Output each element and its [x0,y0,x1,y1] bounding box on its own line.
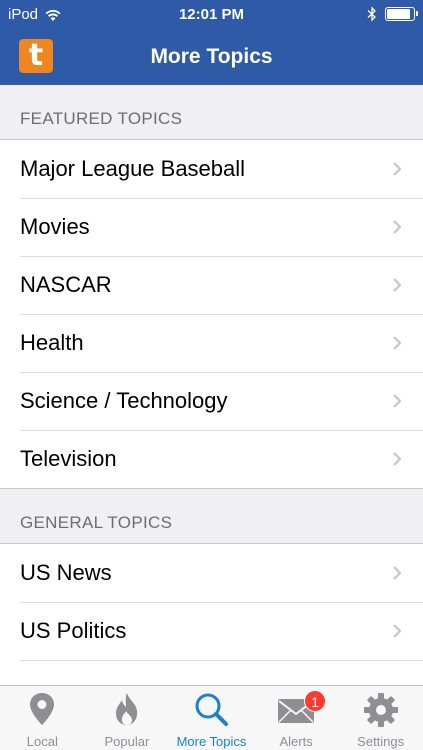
alerts-badge: 1 [304,690,327,712]
list-item-label: Health [20,330,84,355]
battery-level [387,9,411,19]
list-item-us-news[interactable]: US News [0,544,423,602]
chevron-right-icon [393,220,402,234]
featured-topics-list: Major League Baseball Movies NASCAR Heal… [0,139,423,489]
list-item-label: Science / Technology [20,388,228,413]
chevron-right-icon [393,394,402,408]
tab-label: Alerts [279,734,313,749]
tab-label: More Topics [176,734,247,749]
status-time: 12:01 PM [178,6,245,23]
tab-alerts[interactable]: 1 Alerts [254,686,339,750]
battery-icon [385,7,418,21]
location-pin-icon [30,693,55,725]
chevron-right-icon [393,566,402,580]
tab-settings[interactable]: Settings [338,686,423,750]
tab-popular[interactable]: Popular [85,686,170,750]
topics-list[interactable]: FEATURED TOPICS Major League Baseball Mo… [0,85,423,685]
list-item-television[interactable]: Television [0,430,423,488]
chevron-right-icon [393,278,402,292]
list-item-label: Movies [20,214,90,239]
search-icon [195,693,229,726]
tab-label: Settings [357,734,405,749]
list-item-label: Television [20,446,117,471]
list-item-partial[interactable] [0,660,423,685]
gear-icon [363,693,398,727]
page-title: More Topics [150,45,273,68]
navigation-bar: t More Topics [0,30,423,85]
list-item-label: Major League Baseball [20,156,246,181]
list-item-health[interactable]: Health [0,314,423,372]
general-topics-list: US News US Politics [0,543,423,685]
list-item-nascar[interactable]: NASCAR [0,256,423,314]
chevron-right-icon [393,162,402,176]
status-bar: iPod 12:01 PM [0,0,423,30]
section-header-general: GENERAL TOPICS [20,513,173,532]
list-item-movies[interactable]: Movies [0,198,423,256]
list-item-label: US Politics [20,618,127,643]
list-item-label: US News [20,560,112,585]
chevron-right-icon [393,624,402,638]
flame-icon [115,693,138,725]
section-header-featured: FEATURED TOPICS [20,109,183,128]
status-right [367,6,418,22]
list-item-science-technology[interactable]: Science / Technology [0,372,423,430]
tab-more-topics[interactable]: More Topics [169,686,254,750]
bluetooth-icon [367,6,376,22]
tab-label: Popular [104,734,150,749]
list-item-label: NASCAR [20,272,112,297]
list-item-major-league-baseball[interactable]: Major League Baseball [0,140,423,198]
list-item-us-politics[interactable]: US Politics [0,602,423,660]
chevron-right-icon [393,336,402,350]
tab-local[interactable]: Local [0,686,85,750]
chevron-right-icon [393,452,402,466]
tab-label: Local [26,734,58,749]
tab-bar: Local Popular More Topics 1 Alerts Setti… [0,685,423,750]
